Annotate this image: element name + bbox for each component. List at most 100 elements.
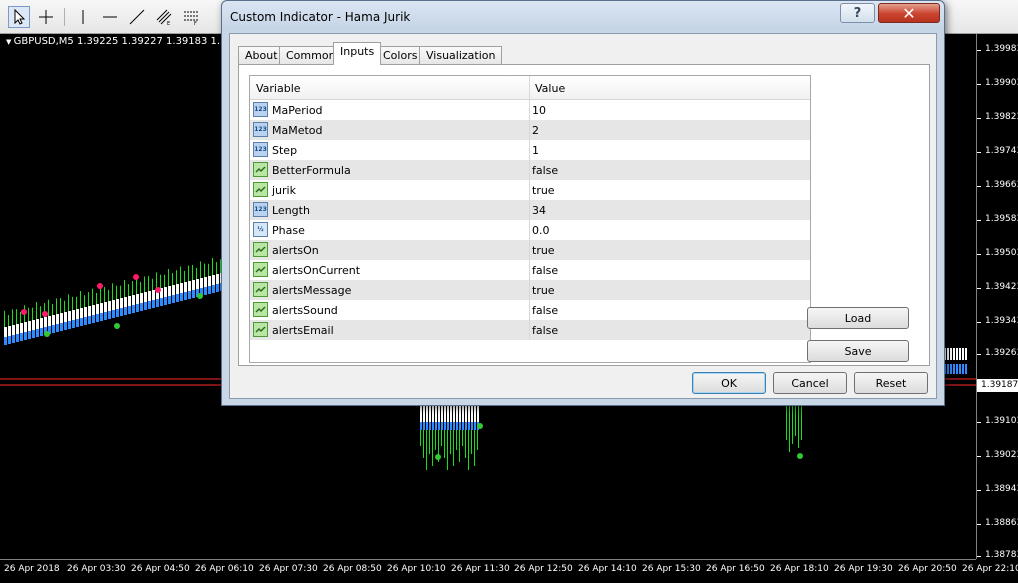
load-button[interactable]: Load	[807, 307, 909, 329]
variable-name: alertsEmail	[272, 324, 334, 337]
table-row[interactable]: BetterFormula false	[250, 160, 810, 180]
variable-value[interactable]: 10	[532, 104, 546, 117]
down-band-segment	[212, 285, 215, 293]
trendline-icon[interactable]	[126, 6, 148, 28]
down-band-segment	[108, 311, 111, 319]
table-row[interactable]: alertsEmail false	[250, 320, 810, 340]
tab-visualization[interactable]: Visualization	[419, 46, 503, 64]
price-scale[interactable]: 1.39983 1.39903 1.39823 1.39743 1.39663 1.395…	[976, 34, 1018, 560]
variable-name: jurik	[272, 184, 296, 197]
variable-value[interactable]: 34	[532, 204, 546, 217]
dialog-title: Custom Indicator - Hama Jurik	[230, 10, 411, 24]
time-tick-label: 26 Apr 14:10	[578, 564, 637, 574]
cursor-icon[interactable]	[8, 6, 30, 28]
cell-divider	[529, 300, 530, 320]
dialog-titlebar[interactable]: Custom Indicator - Hama Jurik ? ✕	[222, 1, 944, 31]
table-row[interactable]: alertsOnCurrent false	[250, 260, 810, 280]
up-band-segment	[462, 406, 464, 424]
up-band-segment	[140, 293, 143, 303]
up-band-segment	[128, 296, 131, 306]
down-band-segment	[423, 422, 425, 430]
down-band-segment	[136, 304, 139, 312]
column-header-variable[interactable]: Variable	[256, 82, 301, 95]
up-band-segment	[196, 279, 199, 289]
down-band-segment	[435, 422, 437, 430]
equidistant-channel-icon[interactable]: E	[153, 6, 175, 28]
cell-divider	[529, 140, 530, 160]
time-tick-label: 26 Apr 20:50	[898, 564, 957, 574]
up-band-segment	[953, 348, 955, 360]
tab-colors[interactable]: Colors	[376, 46, 425, 64]
price-tick-label: 1.38863	[976, 518, 1018, 528]
variable-value[interactable]: true	[532, 184, 555, 197]
table-row[interactable]: jurik true	[250, 180, 810, 200]
table-row[interactable]: ½ Phase 0.0	[250, 220, 810, 240]
variable-value[interactable]: true	[532, 284, 555, 297]
table-row[interactable]: 123 Length 34	[250, 200, 810, 220]
up-band-segment	[447, 406, 449, 424]
signal-dot-down	[797, 453, 803, 459]
up-band-segment	[44, 317, 47, 327]
variable-value[interactable]: 1	[532, 144, 539, 157]
column-header-value[interactable]: Value	[535, 82, 565, 95]
up-band-segment	[56, 314, 59, 324]
table-row[interactable]: alertsSound false	[250, 300, 810, 320]
variable-value[interactable]: false	[532, 304, 558, 317]
fibonacci-icon[interactable]: F	[180, 6, 202, 28]
variable-value[interactable]: 2	[532, 124, 539, 137]
tab-about[interactable]: About	[238, 46, 285, 64]
horizontal-line-icon[interactable]	[99, 6, 121, 28]
variable-value[interactable]: false	[532, 264, 558, 277]
help-button[interactable]: ?	[840, 3, 875, 23]
up-band-segment	[40, 318, 43, 328]
variable-name: alertsMessage	[272, 284, 352, 297]
down-band-segment	[12, 335, 15, 343]
volume-bar	[798, 406, 799, 448]
column-divider[interactable]	[529, 76, 530, 100]
table-row[interactable]: alertsMessage true	[250, 280, 810, 300]
cell-divider	[529, 200, 530, 220]
ok-button[interactable]: OK	[692, 372, 766, 394]
up-band-segment	[438, 406, 440, 424]
symbol-dropdown-icon[interactable]: ▼	[6, 38, 14, 46]
down-band-segment	[459, 422, 461, 430]
down-band-segment	[56, 324, 59, 332]
cancel-button[interactable]: Cancel	[773, 372, 847, 394]
table-row[interactable]: alertsOn true	[250, 240, 810, 260]
variable-value[interactable]: 0.0	[532, 224, 550, 237]
down-band-segment	[965, 364, 967, 374]
down-band-segment	[953, 364, 955, 374]
cell-divider	[529, 120, 530, 140]
down-band-segment	[450, 422, 452, 430]
symbol-ohlc: GBPUSD,M5 1.39225 1.39227 1.39183 1.3918…	[13, 36, 252, 47]
up-band-segment	[132, 295, 135, 305]
table-row[interactable]: 123 Step 1	[250, 140, 810, 160]
table-row[interactable]: 123 MaPeriod 10	[250, 100, 810, 120]
up-band-segment	[962, 348, 964, 360]
variable-value[interactable]: true	[532, 244, 555, 257]
up-band-segment	[108, 301, 111, 311]
up-band-segment	[474, 406, 476, 424]
variable-value[interactable]: false	[532, 324, 558, 337]
down-band-segment	[216, 284, 219, 292]
variable-value[interactable]: false	[532, 164, 558, 177]
close-button[interactable]: ✕	[878, 3, 940, 23]
time-tick-label: 26 Apr 19:30	[834, 564, 893, 574]
down-band-segment	[68, 321, 71, 329]
up-band-segment	[52, 315, 55, 325]
cell-divider	[529, 320, 530, 340]
reset-button[interactable]: Reset	[854, 372, 928, 394]
save-button[interactable]: Save	[807, 340, 909, 362]
price-tick-label: 1.39903	[976, 78, 1018, 88]
time-axis[interactable]: 26 Apr 2018 26 Apr 03:30 26 Apr 04:50 26 Ap…	[0, 559, 1018, 583]
table-row[interactable]: 123 MaMetod 2	[250, 120, 810, 140]
down-band-segment	[128, 306, 131, 314]
up-band-segment	[120, 298, 123, 308]
price-tick-label: 1.39823	[976, 112, 1018, 122]
tab-inputs[interactable]: Inputs	[333, 42, 382, 65]
crosshair-icon[interactable]	[35, 6, 57, 28]
vertical-line-icon[interactable]	[72, 6, 94, 28]
down-band-segment	[24, 332, 27, 340]
up-band-segment	[465, 406, 467, 424]
boolean-type-icon	[253, 302, 268, 317]
